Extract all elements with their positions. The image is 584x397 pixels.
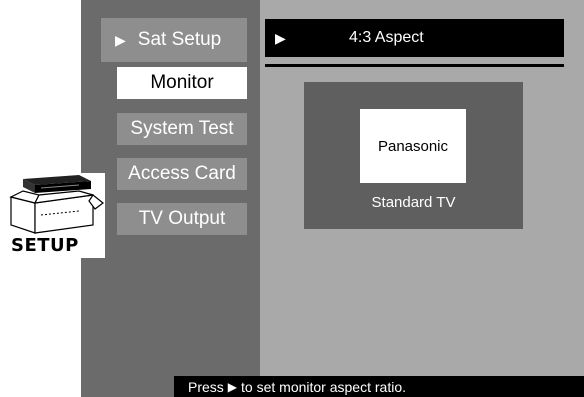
- menu-panel: ▶ Sat Setup Monitor System Test Access C…: [81, 0, 260, 397]
- menu-item-label: TV Output: [138, 208, 226, 229]
- aspect-option-title: 4:3 Aspect: [349, 29, 424, 46]
- aspect-option-header[interactable]: ▶ 4:3 Aspect: [265, 19, 564, 57]
- menu-item-label: System Test: [130, 118, 234, 139]
- play-arrow-icon: ▶: [227, 379, 238, 394]
- status-text-after: to set monitor aspect ratio.: [241, 378, 406, 395]
- setup-box-icon: SETUP: [9, 173, 105, 258]
- menu-item-monitor[interactable]: Monitor: [117, 67, 247, 99]
- tv-type-caption: Standard TV: [371, 194, 456, 211]
- content-panel: ▶ 4:3 Aspect Panasonic Standard TV: [260, 0, 584, 397]
- menu-item-tv-output[interactable]: TV Output: [117, 203, 247, 235]
- header-divider: [265, 64, 564, 67]
- aspect-preview: Panasonic Standard TV: [304, 82, 523, 229]
- menu-item-sat-setup[interactable]: ▶ Sat Setup: [101, 18, 247, 62]
- setup-label: SETUP: [11, 235, 79, 256]
- menu-item-label: Monitor: [150, 72, 214, 93]
- tv-brand-label: Panasonic: [377, 137, 449, 155]
- tv-screen-preview: Panasonic: [360, 109, 466, 183]
- menu-item-access-card[interactable]: Access Card: [117, 158, 247, 190]
- receiver-box-icon: [9, 175, 104, 234]
- menu-item-system-test[interactable]: System Test: [117, 113, 247, 145]
- menu-item-label: Sat Setup: [137, 29, 222, 50]
- play-arrow-icon: ▶: [275, 29, 286, 46]
- status-bar: Press ▶ to set monitor aspect ratio.: [174, 376, 584, 397]
- play-arrow-icon: ▶: [115, 31, 126, 48]
- menu-item-label: Access Card: [128, 163, 236, 184]
- status-text-before: Press: [188, 378, 224, 395]
